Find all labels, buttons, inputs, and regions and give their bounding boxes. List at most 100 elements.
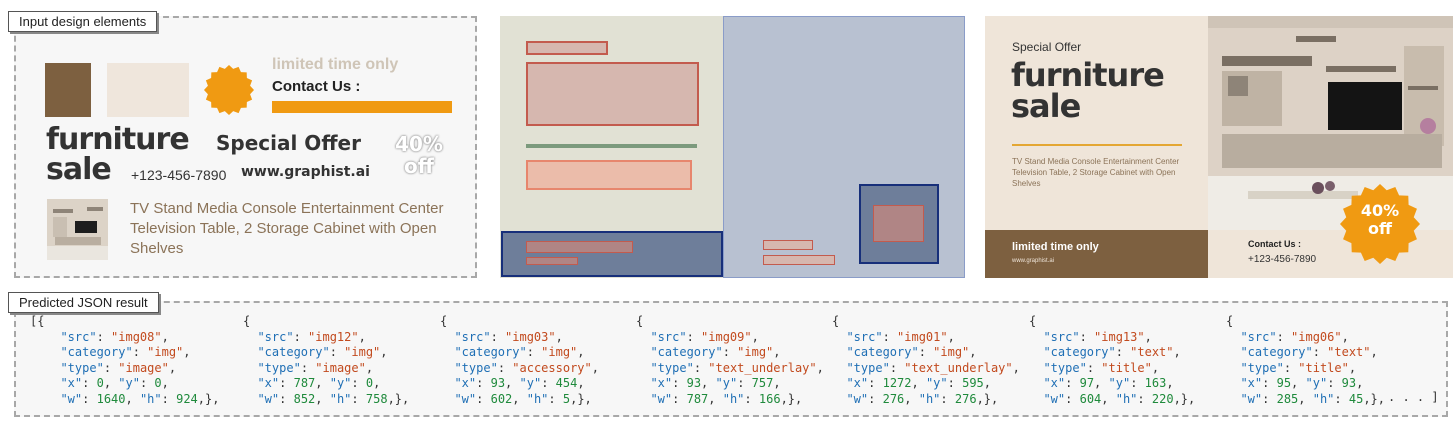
json-key: "x": [1240, 376, 1263, 390]
json-string: "img01": [897, 329, 948, 344]
json-key: "y": [925, 376, 948, 390]
poster-contact-us: Contact Us :: [1248, 239, 1302, 249]
json-string: "img06": [1291, 329, 1342, 344]
json-key: "h": [139, 391, 162, 406]
json-string: "text_underlay": [708, 360, 817, 375]
json-key: "y": [715, 376, 738, 390]
discount-line-2: off: [404, 154, 434, 178]
json-number: 276: [882, 391, 905, 406]
json-key: "h": [329, 391, 352, 406]
poster-title: furniture sale: [1011, 59, 1211, 122]
json-line: "src": "img06",: [1240, 329, 1349, 344]
json-line: "x": 93, "y": 757,: [650, 376, 781, 390]
poster-limited-time: limited time only: [1012, 241, 1099, 253]
json-number: 758: [365, 391, 388, 406]
json-line: "src": "img08",: [60, 329, 169, 344]
json-key: "x": [846, 376, 869, 390]
rendered-poster: Special Offer furniture sale TV Stand Me…: [985, 16, 1453, 278]
json-line: "type": "image",: [60, 360, 177, 375]
json-number: 787: [686, 391, 709, 406]
json-key: "y": [1305, 376, 1328, 390]
poster-phone: +123-456-7890: [1248, 254, 1317, 265]
contact-box-1: [763, 240, 813, 250]
underlay-text-1: [526, 241, 633, 253]
json-key: "w": [650, 391, 673, 406]
json-string: "img": [147, 345, 184, 359]
json-key: "w": [846, 391, 869, 406]
json-line: "category": "text",: [1240, 345, 1378, 359]
tv-stand-icon: [47, 199, 108, 260]
json-key: "w": [1043, 391, 1066, 406]
json-number: 45: [1348, 391, 1364, 406]
brown-swatch: [45, 63, 91, 117]
json-number: 95: [1276, 376, 1292, 390]
poster-accent-line: [1012, 144, 1182, 146]
json-key: "src": [650, 329, 687, 344]
json-key: "w": [454, 391, 477, 406]
json-string: "accessory": [512, 360, 592, 375]
json-string: "img": [737, 345, 774, 359]
json-object: { "src": "img12", "category": "img", "ty…: [243, 314, 409, 407]
accessory-line: [526, 144, 697, 148]
json-object: { "src": "img01", "category": "img", "ty…: [832, 314, 1020, 407]
poster-special-offer: Special Offer: [1012, 40, 1082, 54]
json-key: "h": [1115, 391, 1138, 406]
json-line: "category": "text",: [1043, 345, 1181, 359]
json-key: "w": [60, 391, 83, 406]
json-key: "x": [60, 376, 83, 390]
json-number: 97: [1079, 376, 1095, 390]
json-line: "w": 604, "h": 220,},: [1043, 391, 1196, 406]
json-object: "src": "img08", "category": "img", "type…: [46, 314, 219, 407]
json-line: "type": "accessory",: [454, 360, 599, 375]
json-key: "x": [257, 376, 280, 390]
json-line: "w": 285, "h": 45,},: [1240, 391, 1386, 406]
json-key: "category": [650, 345, 723, 359]
json-line: "x": 95, "y": 93,: [1240, 376, 1364, 390]
json-line: "src": "img12",: [257, 329, 366, 344]
json-line: "x": 787, "y": 0,: [257, 376, 381, 390]
json-number: 1640: [96, 391, 126, 406]
json-line: "x": 1272, "y": 595,: [846, 376, 992, 390]
json-number: 93: [1341, 376, 1357, 390]
json-key: "type": [60, 360, 104, 375]
json-key: "type": [846, 360, 890, 375]
json-line: {: [636, 314, 644, 328]
json-number: 163: [1144, 376, 1167, 390]
json-key: "category": [60, 345, 133, 359]
json-line: "w": 787, "h": 166,},: [650, 391, 803, 406]
json-line: "type": "image",: [257, 360, 374, 375]
json-line: "x": 93, "y": 454,: [454, 376, 585, 390]
json-line: "w": 602, "h": 5,},: [454, 391, 592, 406]
website-text: www.graphist.ai: [241, 164, 370, 180]
json-key: "x": [1043, 376, 1066, 390]
json-line: "category": "img",: [650, 345, 781, 359]
json-key: "type": [650, 360, 694, 375]
json-line: {: [440, 314, 448, 328]
title-box-large: [526, 62, 699, 126]
json-key: "h": [526, 391, 549, 406]
contact-box-2: [763, 255, 835, 265]
title-line-1: furniture: [46, 122, 190, 157]
json-object: { "src": "img09", "category": "img", "ty…: [636, 314, 824, 407]
json-line: "type": "text_underlay",: [650, 360, 824, 375]
json-line: {: [832, 314, 840, 328]
contact-us-text: Contact Us :: [272, 78, 361, 95]
json-object: { "src": "img13", "category": "text", "t…: [1029, 314, 1195, 407]
poster-discount-line-1: 40%: [1360, 201, 1400, 220]
poster-description: TV Stand Media Console Entertainment Cen…: [1012, 157, 1180, 188]
json-key: "y": [118, 376, 140, 390]
cream-swatch: [107, 63, 189, 117]
json-line: "w": 1640, "h": 924,},: [60, 391, 220, 406]
json-string: "img08": [111, 329, 162, 344]
json-key: "src": [846, 329, 883, 344]
json-string: "text": [1327, 345, 1371, 359]
json-key: "category": [257, 345, 330, 359]
json-key: "h": [918, 391, 941, 406]
json-line: "x": 97, "y": 163,: [1043, 376, 1174, 390]
json-number: 595: [962, 376, 984, 390]
json-key: "type": [1043, 360, 1087, 375]
json-line: "w": 276, "h": 276,},: [846, 391, 999, 406]
json-line: "category": "img",: [454, 345, 585, 359]
json-key: "src": [1043, 329, 1080, 344]
json-key: "y": [519, 376, 542, 390]
